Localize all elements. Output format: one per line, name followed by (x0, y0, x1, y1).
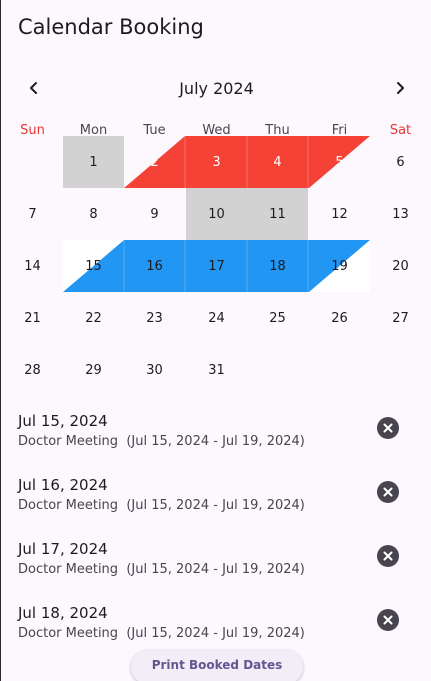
calendar-day[interactable]: 2 (124, 136, 185, 188)
booking-title: Doctor Meeting (18, 498, 119, 513)
booking-range: (Jul 15, 2024 - Jul 19, 2024) (126, 562, 305, 577)
remove-booking-button[interactable] (377, 481, 399, 503)
booking-date: Jul 18, 2024 (18, 604, 108, 622)
booking-range: (Jul 15, 2024 - Jul 19, 2024) (126, 626, 305, 641)
booking-title: Doctor Meeting (18, 626, 119, 641)
calendar-day[interactable]: 5 (309, 136, 370, 188)
calendar-day[interactable]: 31 (186, 344, 247, 396)
calendar-day[interactable]: 8 (63, 188, 124, 240)
calendar-day[interactable]: 26 (309, 292, 370, 344)
calendar-day[interactable]: 1 (63, 136, 124, 188)
calendar-day[interactable]: 17 (186, 240, 247, 292)
calendar-day[interactable]: 10 (186, 188, 247, 240)
calendar-day[interactable]: 25 (247, 292, 308, 344)
calendar-day[interactable]: 23 (124, 292, 185, 344)
booking-date: Jul 17, 2024 (18, 540, 108, 558)
booking-title: Doctor Meeting (18, 562, 119, 577)
calendar-day[interactable]: 21 (2, 292, 63, 344)
calendar-grid: Sun Mon Tue Wed Thu Fri Sat 1 2 3 4 5 6 7 8 9 10 11 12 13 14… (1, 0, 431, 400)
calendar-day[interactable]: 29 (63, 344, 124, 396)
booking-date: Jul 15, 2024 (18, 412, 108, 430)
booking-date: Jul 16, 2024 (18, 476, 108, 494)
calendar-day[interactable]: 20 (370, 240, 431, 292)
calendar-day[interactable]: 27 (370, 292, 431, 344)
calendar-day[interactable]: 24 (186, 292, 247, 344)
booking-details: Doctor Meeting (Jul 15, 2024 - Jul 19, 2… (18, 626, 305, 641)
cancel-circle-icon (383, 615, 393, 625)
calendar-day[interactable]: 13 (370, 188, 431, 240)
calendar-day[interactable]: 14 (2, 240, 63, 292)
calendar-day[interactable]: 7 (2, 188, 63, 240)
calendar-day[interactable]: 3 (186, 136, 247, 188)
calendar-day[interactable]: 30 (124, 344, 185, 396)
print-booked-dates-button[interactable]: Print Booked Dates (131, 650, 303, 681)
cancel-circle-icon (383, 551, 393, 561)
booking-details: Doctor Meeting (Jul 15, 2024 - Jul 19, 2… (18, 498, 305, 513)
calendar-day[interactable]: 15 (63, 240, 124, 292)
calendar-day[interactable]: 4 (247, 136, 308, 188)
remove-booking-button[interactable] (377, 609, 399, 631)
booking-title: Doctor Meeting (18, 434, 119, 449)
calendar-day[interactable]: 28 (2, 344, 63, 396)
calendar-day[interactable]: 22 (63, 292, 124, 344)
booking-details: Doctor Meeting (Jul 15, 2024 - Jul 19, 2… (18, 562, 305, 577)
remove-booking-button[interactable] (377, 545, 399, 567)
booking-range: (Jul 15, 2024 - Jul 19, 2024) (126, 434, 305, 449)
calendar-day[interactable]: 9 (124, 188, 185, 240)
calendar-day[interactable]: 19 (309, 240, 370, 292)
cancel-circle-icon (383, 423, 393, 433)
booking-details: Doctor Meeting (Jul 15, 2024 - Jul 19, 2… (18, 434, 305, 449)
calendar-day[interactable]: 6 (370, 136, 431, 188)
calendar-day[interactable]: 18 (247, 240, 308, 292)
calendar-day[interactable]: 16 (124, 240, 185, 292)
calendar-day[interactable]: 12 (309, 188, 370, 240)
weekday-header: Sun (20, 123, 45, 138)
booking-range: (Jul 15, 2024 - Jul 19, 2024) (126, 498, 305, 513)
cancel-circle-icon (383, 487, 393, 497)
calendar-day[interactable]: 11 (247, 188, 308, 240)
remove-booking-button[interactable] (377, 417, 399, 439)
